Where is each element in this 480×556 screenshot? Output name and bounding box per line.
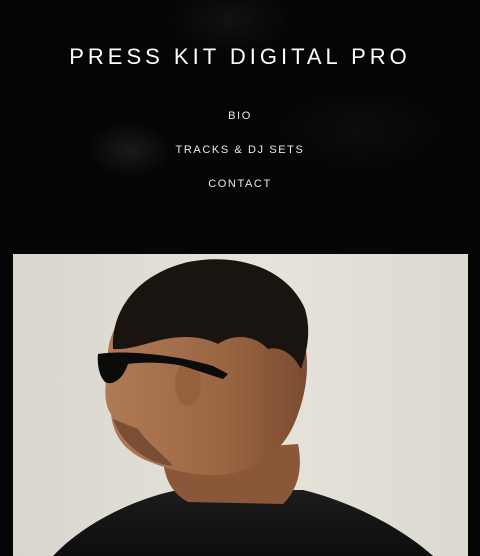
nav-item-bio[interactable]: BIO [0, 108, 480, 142]
page: PRESS KIT DIGITAL PRO BIO TRACKS & DJ SE… [0, 0, 480, 556]
nav-item-tracks-dj-sets[interactable]: TRACKS & DJ SETS [0, 142, 480, 176]
hero-photo [13, 254, 468, 556]
main-nav: BIO TRACKS & DJ SETS CONTACT [0, 108, 480, 210]
nav-item-contact[interactable]: CONTACT [0, 176, 480, 210]
artist-portrait-image [53, 259, 433, 556]
site-title[interactable]: PRESS KIT DIGITAL PRO [0, 44, 480, 70]
